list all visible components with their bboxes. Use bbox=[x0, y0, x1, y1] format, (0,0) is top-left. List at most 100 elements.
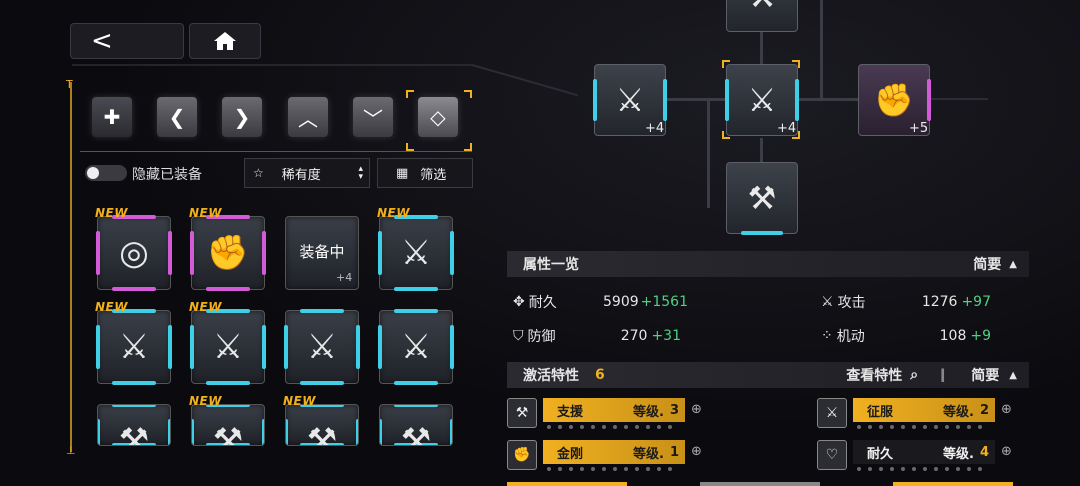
tree-node-right[interactable]: ✊ +5 bbox=[858, 64, 931, 136]
equipped-badge: 装备中 bbox=[299, 243, 345, 261]
sort-dropdown[interactable]: ☆ 稀有度 ▴ ▾ bbox=[244, 158, 370, 188]
bottom-button-left[interactable] bbox=[507, 482, 627, 486]
trait-row[interactable]: 支援 等级. 3 bbox=[543, 398, 685, 422]
new-badge: NEW bbox=[189, 300, 222, 314]
filter-down-button[interactable]: ﹀ bbox=[353, 97, 393, 137]
trait-level: 4 bbox=[979, 444, 989, 460]
sword-icon: ⚔ bbox=[306, 327, 338, 367]
hide-equipped-label: 隐藏已装备 bbox=[132, 167, 202, 183]
traits-title: 激活特性 bbox=[523, 368, 579, 384]
zoom-icon[interactable]: ⊕ bbox=[1001, 444, 1012, 459]
tree-node-top[interactable]: ⚒ bbox=[726, 0, 798, 32]
filter-all-button[interactable]: ✚ bbox=[92, 97, 132, 137]
defense-stat: ⛉ 防御 270 +31 bbox=[513, 328, 681, 345]
home-button[interactable] bbox=[189, 23, 261, 59]
filter-label: 筛选 bbox=[420, 167, 447, 183]
node-level: +4 bbox=[645, 121, 665, 136]
side-ruler bbox=[70, 82, 72, 452]
attributes-mode[interactable]: 简要 bbox=[973, 254, 1001, 274]
collapse-icon[interactable]: ▲ bbox=[1009, 370, 1017, 381]
filter-up-button[interactable]: ︿ bbox=[288, 97, 328, 137]
filter-dropdown[interactable]: ▦ 筛选 bbox=[377, 158, 473, 188]
mobility-icon: ⁘ bbox=[821, 328, 833, 344]
traits-count: 6 bbox=[595, 367, 605, 383]
attack-stat: ⚔ 攻击 1276 +97 bbox=[821, 294, 991, 311]
equipment-card[interactable]: ✊ bbox=[190, 215, 266, 291]
trait-row[interactable]: 征服 等级. 2 bbox=[853, 398, 995, 422]
mobility-stat: ⁘ 机动 108 +9 bbox=[821, 328, 991, 345]
trait-progress-dots bbox=[857, 425, 982, 429]
trait-level: 1 bbox=[669, 444, 679, 460]
new-badge: NEW bbox=[283, 394, 316, 408]
collapse-icon[interactable]: ▲ bbox=[1009, 259, 1017, 270]
equipment-card[interactable]: ⚔ bbox=[378, 309, 454, 385]
trait-row[interactable]: 金刚 等级. 1 bbox=[543, 440, 685, 464]
wrench-icon: ⚒ bbox=[727, 0, 797, 31]
heart-icon: ♡ bbox=[817, 440, 847, 470]
fist-icon: ✊ bbox=[507, 440, 537, 470]
equipment-card[interactable]: ⚒ bbox=[379, 404, 453, 446]
trait-name: 支援 bbox=[557, 404, 584, 420]
filter-right-button[interactable]: ❯ bbox=[222, 97, 262, 137]
attack-icon: ⚔ bbox=[821, 294, 834, 310]
sort-label: 稀有度 bbox=[281, 167, 321, 183]
divider bbox=[80, 151, 472, 152]
equipment-card[interactable]: ⚔ bbox=[96, 309, 172, 385]
filter-left-button[interactable]: ❮ bbox=[157, 97, 197, 137]
equipment-card[interactable]: ⚔ bbox=[284, 309, 360, 385]
wrench-icon: ⚒ bbox=[400, 421, 432, 446]
equipment-card[interactable]: ⚒ bbox=[285, 404, 359, 446]
ruler-top: T bbox=[66, 78, 73, 91]
bottom-button-right[interactable] bbox=[893, 482, 1013, 486]
sword-icon: ⚔ bbox=[817, 398, 847, 428]
bottom-button-mid[interactable] bbox=[700, 482, 820, 486]
sword-icon: ⚔ bbox=[400, 327, 432, 367]
traits-mode[interactable]: 简要 bbox=[971, 365, 999, 385]
zoom-icon[interactable]: ⊕ bbox=[691, 402, 702, 417]
new-badge: NEW bbox=[189, 394, 222, 408]
equipment-card[interactable]: ◎ bbox=[96, 215, 172, 291]
equipment-card[interactable]: ⚒ bbox=[97, 404, 171, 446]
new-badge: NEW bbox=[95, 206, 128, 220]
equipment-card[interactable]: ⚔ bbox=[378, 215, 454, 291]
equipment-card[interactable]: ⚔ bbox=[190, 309, 266, 385]
trait-level-label: 等级. bbox=[633, 404, 664, 420]
search-icon[interactable]: ⌕ bbox=[910, 367, 918, 383]
trait-name: 征服 bbox=[867, 404, 894, 420]
back-button[interactable]: < bbox=[70, 23, 184, 59]
sword-icon: ⚔ bbox=[400, 233, 432, 273]
attributes-header: 属性一览 简要 ▲ bbox=[507, 251, 1029, 277]
filter-icon: ▦ bbox=[396, 165, 409, 181]
tree-node-left[interactable]: ⚔ +4 bbox=[593, 64, 667, 136]
trait-progress-dots bbox=[547, 467, 672, 471]
tree-node-bottom[interactable]: ⚒ bbox=[726, 162, 798, 235]
attributes-title: 属性一览 bbox=[523, 257, 579, 273]
trait-progress-dots bbox=[857, 467, 982, 471]
zoom-icon[interactable]: ⊕ bbox=[691, 444, 702, 459]
zoom-icon[interactable]: ⊕ bbox=[1001, 402, 1012, 417]
trait-level: 2 bbox=[979, 402, 989, 418]
equipment-card[interactable]: 装备中 +4 bbox=[285, 216, 359, 290]
sort-arrows-icon: ▴ ▾ bbox=[358, 164, 363, 182]
trait-progress-dots bbox=[547, 425, 672, 429]
new-badge: NEW bbox=[95, 300, 128, 314]
trait-name: 金刚 bbox=[557, 446, 584, 462]
sword-icon: ⚔ bbox=[212, 327, 244, 367]
node-level: +5 bbox=[909, 121, 929, 136]
trait-name: 耐久 bbox=[867, 446, 894, 462]
trait-level-label: 等级. bbox=[943, 446, 974, 462]
tree-node-center[interactable]: ⚔ +4 bbox=[725, 64, 799, 136]
ruler-bottom: ⊥ bbox=[66, 444, 76, 457]
filter-core-button[interactable]: ◇ bbox=[418, 97, 458, 137]
view-traits-label[interactable]: 查看特性 bbox=[846, 365, 902, 385]
target-icon: ◎ bbox=[119, 233, 149, 273]
hide-equipped-toggle[interactable] bbox=[85, 165, 127, 181]
wrench-icon: ⚒ bbox=[306, 421, 338, 446]
equipment-card[interactable]: ⚒ bbox=[191, 404, 265, 446]
durability-stat: ✥ 耐久 5909 +1561 bbox=[513, 294, 688, 311]
star-icon: ☆ bbox=[253, 166, 264, 180]
divider-icon: ǀ bbox=[940, 367, 946, 383]
sword-icon: ⚔ bbox=[118, 327, 150, 367]
trait-row[interactable]: 耐久 等级. 4 bbox=[853, 440, 995, 464]
wrench-icon: ⚒ bbox=[747, 179, 777, 217]
